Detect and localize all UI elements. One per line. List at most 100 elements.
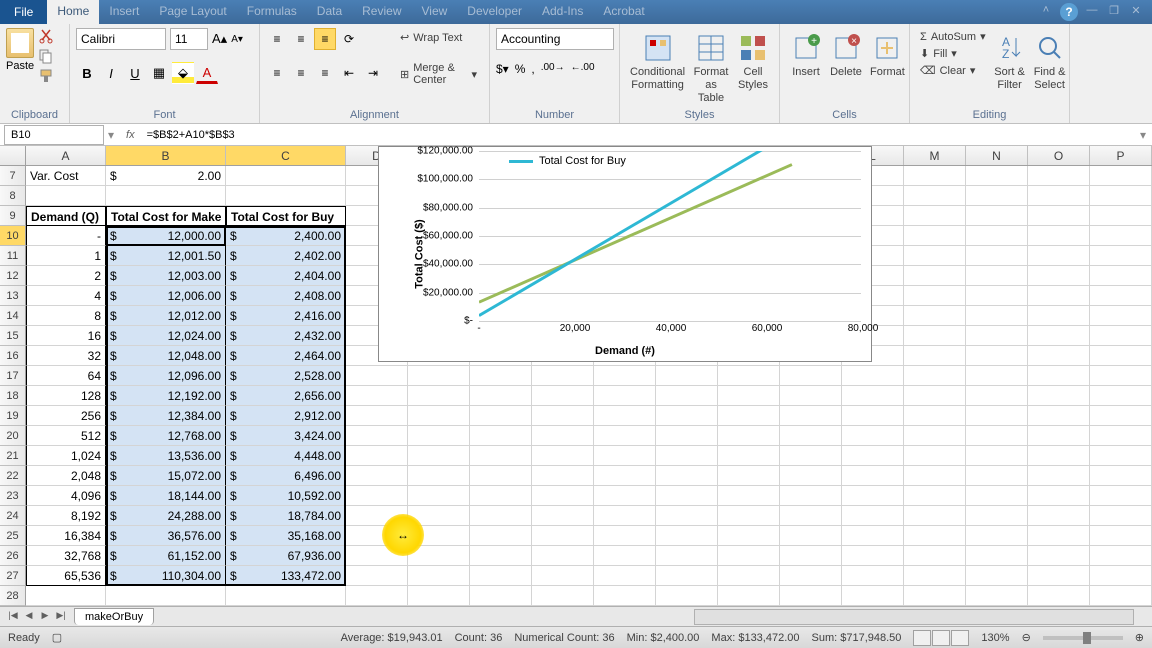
currency-icon[interactable]: $▾ (496, 62, 509, 76)
cell[interactable] (408, 386, 470, 406)
cell[interactable] (346, 586, 408, 606)
cell[interactable] (966, 466, 1028, 486)
cell[interactable] (26, 586, 106, 606)
cell[interactable] (408, 486, 470, 506)
page-break-view-icon[interactable] (951, 630, 969, 646)
cell[interactable] (966, 326, 1028, 346)
cell[interactable] (1090, 346, 1152, 366)
autosum-button[interactable]: ΣAutoSum▾ (916, 28, 990, 45)
italic-button[interactable]: I (100, 62, 122, 84)
row-header-28[interactable]: 28 (0, 586, 26, 606)
delete-button[interactable]: × Delete (826, 28, 866, 119)
cell[interactable] (780, 406, 842, 426)
cell[interactable] (1028, 286, 1090, 306)
cell[interactable]: $2,404.00 (226, 266, 346, 286)
number-format-select[interactable] (496, 28, 614, 50)
cell[interactable] (904, 566, 966, 586)
minimize-icon[interactable]: — (1084, 4, 1100, 20)
cell[interactable]: 128 (26, 386, 106, 406)
row-header-20[interactable]: 20 (0, 426, 26, 446)
insert-button[interactable]: + Insert (786, 28, 826, 119)
increase-decimal-icon[interactable]: .00→ (541, 62, 565, 76)
cell[interactable] (408, 466, 470, 486)
cell[interactable] (842, 426, 904, 446)
zoom-slider[interactable] (1043, 636, 1123, 640)
cell[interactable] (966, 426, 1028, 446)
cell[interactable] (1090, 166, 1152, 186)
cell[interactable] (842, 486, 904, 506)
column-header-B[interactable]: B (106, 146, 226, 165)
cell[interactable]: $3,424.00 (226, 426, 346, 446)
row-header-9[interactable]: 9 (0, 206, 26, 226)
cell[interactable] (656, 366, 718, 386)
cell[interactable] (904, 166, 966, 186)
cell[interactable]: $12,001.50 (106, 246, 226, 266)
sheet-last-icon[interactable]: ▶| (54, 610, 68, 624)
cell[interactable]: 512 (26, 426, 106, 446)
column-header-P[interactable]: P (1090, 146, 1152, 165)
sort-filter-button[interactable]: AZ Sort & Filter (990, 28, 1030, 96)
cell[interactable] (226, 166, 346, 186)
cell[interactable]: $2,402.00 (226, 246, 346, 266)
cell[interactable]: 1 (26, 246, 106, 266)
cell[interactable] (594, 386, 656, 406)
cell[interactable] (594, 426, 656, 446)
row-header-15[interactable]: 15 (0, 326, 26, 346)
cell[interactable] (532, 386, 594, 406)
cell[interactable] (966, 566, 1028, 586)
align-center-icon[interactable]: ≡ (290, 62, 312, 84)
merge-center-button[interactable]: ⊞Merge & Center▾ (394, 59, 483, 89)
cell[interactable]: 32,768 (26, 546, 106, 566)
cell[interactable] (346, 386, 408, 406)
cell[interactable] (780, 486, 842, 506)
cell[interactable] (532, 366, 594, 386)
format-button[interactable]: Format (866, 28, 909, 119)
cell[interactable] (842, 366, 904, 386)
cell[interactable] (470, 586, 532, 606)
cell[interactable] (966, 226, 1028, 246)
cell[interactable]: $2,464.00 (226, 346, 346, 366)
cell[interactable] (904, 346, 966, 366)
cell[interactable] (904, 266, 966, 286)
cell[interactable]: 16 (26, 326, 106, 346)
cell[interactable]: $12,000.00 (106, 226, 226, 246)
cell[interactable] (656, 386, 718, 406)
cell-styles-button[interactable]: Cell Styles (733, 28, 773, 119)
tab-page-layout[interactable]: Page Layout (149, 0, 236, 24)
row-header-27[interactable]: 27 (0, 566, 26, 586)
cell[interactable] (408, 566, 470, 586)
cell[interactable]: $133,472.00 (226, 566, 346, 586)
align-right-icon[interactable]: ≡ (314, 62, 336, 84)
cell[interactable]: Var. Cost (26, 166, 106, 186)
cell[interactable]: Total Cost for Make (106, 206, 226, 226)
zoom-in-icon[interactable]: ⊕ (1135, 631, 1144, 644)
cell[interactable] (656, 466, 718, 486)
cell[interactable]: $18,144.00 (106, 486, 226, 506)
cell[interactable] (532, 566, 594, 586)
cell[interactable] (966, 586, 1028, 606)
cell[interactable] (904, 526, 966, 546)
cell[interactable] (842, 526, 904, 546)
close-icon[interactable]: ✕ (1128, 4, 1144, 20)
row-header-22[interactable]: 22 (0, 466, 26, 486)
cell[interactable] (470, 406, 532, 426)
cell[interactable]: $12,003.00 (106, 266, 226, 286)
row-header-23[interactable]: 23 (0, 486, 26, 506)
cell[interactable] (346, 446, 408, 466)
cell[interactable]: 65,536 (26, 566, 106, 586)
cell[interactable] (966, 526, 1028, 546)
cell[interactable] (1028, 466, 1090, 486)
cell[interactable] (470, 466, 532, 486)
cell[interactable] (1090, 426, 1152, 446)
cell[interactable] (718, 586, 780, 606)
fill-button[interactable]: ⬇Fill▾ (916, 45, 990, 62)
font-color-button[interactable]: A (196, 62, 218, 84)
cell[interactable] (470, 526, 532, 546)
cell[interactable] (346, 466, 408, 486)
cell[interactable] (904, 186, 966, 206)
cell[interactable] (1028, 306, 1090, 326)
cell[interactable] (966, 306, 1028, 326)
cell[interactable] (594, 486, 656, 506)
column-header-C[interactable]: C (226, 146, 346, 165)
cell[interactable] (1090, 386, 1152, 406)
